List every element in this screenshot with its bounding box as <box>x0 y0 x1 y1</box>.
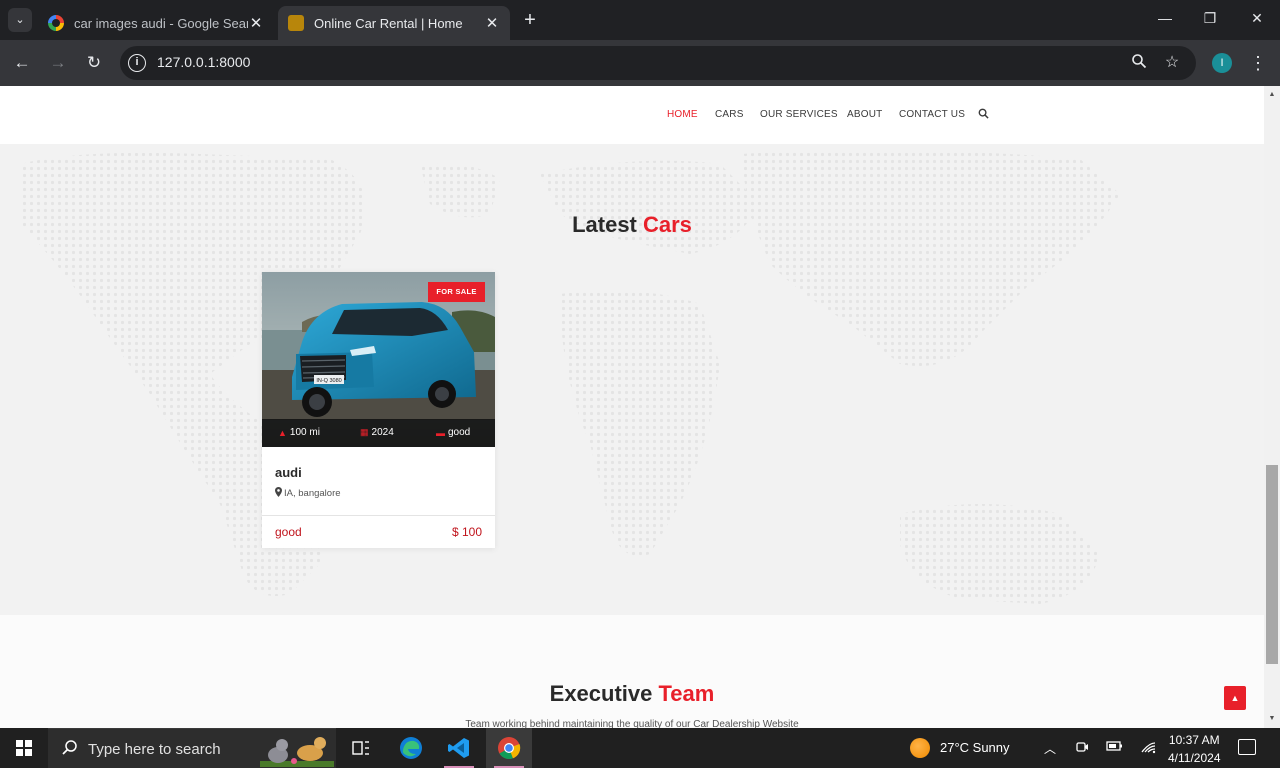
back-to-top-button[interactable]: ▲ <box>1224 686 1246 710</box>
car-specs-bar: ▲ 100 mi ▦ 2024 ▬ good <box>262 419 495 447</box>
car-name[interactable]: audi <box>275 465 302 480</box>
latest-cars-heading: Latest Cars <box>0 212 1264 238</box>
search-icon <box>62 739 78 759</box>
spec-mileage-value: 100 mi <box>289 427 320 438</box>
scrollbar-thumb[interactable] <box>1266 465 1278 664</box>
latest-cars-section: Latest Cars IN-Q 3080 FOR SALE ▲ 100 mi … <box>0 144 1264 615</box>
weather-text[interactable]: 27°C Sunny <box>940 740 1010 755</box>
license-plate-text: IN-Q 3080 <box>316 378 341 384</box>
profile-avatar[interactable]: I <box>1212 53 1232 73</box>
bookmark-star-icon[interactable]: ☆ <box>1162 53 1182 73</box>
spec-year: ▦ 2024 <box>360 427 394 438</box>
windows-start-icon[interactable] <box>16 740 32 756</box>
search-icon[interactable] <box>978 108 989 122</box>
page-scrollbar[interactable]: ▲ ▼ <box>1264 86 1280 728</box>
tab-close-icon[interactable]: ✕ <box>484 14 500 32</box>
car-price: $ 100 <box>451 525 482 539</box>
taskbar-search-box[interactable]: Type here to search <box>48 728 336 768</box>
search-placeholder: Type here to search <box>88 741 221 758</box>
google-favicon-icon <box>48 15 64 31</box>
site-favicon-icon <box>288 15 304 31</box>
heading-main: Executive <box>549 681 653 706</box>
car-side-icon: ▬ <box>436 427 445 438</box>
car-image[interactable]: IN-Q 3080 FOR SALE ▲ 100 mi ▦ 2024 ▬ goo… <box>262 272 495 447</box>
executive-team-heading: Executive Team <box>0 681 1264 707</box>
url-text[interactable]: 127.0.0.1:8000 <box>157 54 250 70</box>
search-highlight-pets-icon <box>260 737 334 767</box>
chevron-up-icon[interactable]: ︿ <box>1044 740 1056 757</box>
forward-button[interactable]: → <box>47 52 69 74</box>
clock-date: 4/11/2024 <box>1168 751 1221 765</box>
notification-center-icon[interactable] <box>1238 739 1256 755</box>
wifi-icon[interactable] <box>1140 740 1156 757</box>
new-tab-button[interactable]: + <box>518 9 542 31</box>
back-button[interactable]: ← <box>11 52 33 74</box>
site-navbar: HOME CARS OUR SERVICES ABOUT CONTACT US <box>0 86 1264 144</box>
heading-main: Latest <box>572 212 637 237</box>
car-location-text: IA, bangalore <box>284 488 341 499</box>
tab-title: Online Car Rental | Home <box>314 15 463 31</box>
tab-google-search[interactable]: car images audi - Google Search ✕ <box>38 6 274 40</box>
car-condition: good <box>275 525 302 539</box>
clock-time: 10:37 AM <box>1168 733 1220 747</box>
restore-button[interactable]: ❐ <box>1200 10 1220 27</box>
executive-team-section: Executive Team Team working behind maint… <box>0 615 1264 728</box>
tab-online-car-rental[interactable]: Online Car Rental | Home ✕ <box>278 6 510 40</box>
scroll-down-arrow-icon[interactable]: ▼ <box>1264 712 1280 726</box>
card-divider <box>262 515 495 516</box>
car-card[interactable]: IN-Q 3080 FOR SALE ▲ 100 mi ▦ 2024 ▬ goo… <box>262 272 495 548</box>
browser-toolbar: ← → ↻ i 127.0.0.1:8000 ☆ I ⋮ <box>0 40 1280 86</box>
for-sale-badge: FOR SALE <box>428 282 485 302</box>
nav-home[interactable]: HOME <box>667 109 698 120</box>
browser-menu-icon[interactable]: ⋮ <box>1248 52 1268 74</box>
meet-now-icon[interactable] <box>1076 740 1089 757</box>
vscode-icon[interactable] <box>436 728 482 768</box>
system-clock[interactable]: 10:37 AM 4/11/2024 <box>1168 731 1221 767</box>
map-marker-icon <box>275 487 282 500</box>
page-viewport: HOME CARS OUR SERVICES ABOUT CONTACT US <box>0 86 1280 728</box>
nav-about[interactable]: ABOUT <box>847 109 882 120</box>
spec-condition-value: good <box>448 427 471 438</box>
chrome-icon[interactable] <box>486 728 532 768</box>
heading-accent: Team <box>658 681 715 706</box>
heading-accent: Cars <box>643 212 692 237</box>
address-bar[interactable]: i 127.0.0.1:8000 ☆ <box>120 46 1196 80</box>
spec-mileage: ▲ 100 mi <box>278 427 320 438</box>
task-view-button[interactable] <box>338 728 384 768</box>
minimize-button[interactable]: — <box>1155 10 1175 26</box>
weather-sun-icon[interactable] <box>910 738 930 758</box>
spec-condition: ▬ good <box>436 427 470 438</box>
tab-title: car images audi - Google Search <box>74 15 248 31</box>
close-window-button[interactable]: ✕ <box>1247 10 1267 27</box>
nav-our-services[interactable]: OUR SERVICES <box>760 109 838 120</box>
site-info-icon[interactable]: i <box>128 54 146 72</box>
windows-taskbar: Type here to search 27°C Sunny ︿ 10:37 A… <box>0 728 1280 768</box>
reload-button[interactable]: ↻ <box>83 52 105 74</box>
nav-contact-us[interactable]: CONTACT US <box>899 109 965 120</box>
tab-close-icon[interactable]: ✕ <box>248 14 264 32</box>
calendar-icon: ▦ <box>360 427 369 437</box>
edge-icon[interactable] <box>388 728 434 768</box>
browser-tab-bar: ⌄ car images audi - Google Search ✕ Onli… <box>0 0 1280 40</box>
nav-cars[interactable]: CARS <box>715 109 744 120</box>
battery-icon[interactable] <box>1106 740 1123 755</box>
tab-search-button[interactable]: ⌄ <box>8 8 32 32</box>
zoom-icon[interactable] <box>1129 53 1149 73</box>
car-location: IA, bangalore <box>275 487 341 500</box>
car-icon: ▲ <box>278 427 287 438</box>
spec-year-value: 2024 <box>371 427 394 438</box>
scroll-up-arrow-icon[interactable]: ▲ <box>1264 88 1280 102</box>
team-subtitle: Team working behind maintaining the qual… <box>465 719 799 728</box>
